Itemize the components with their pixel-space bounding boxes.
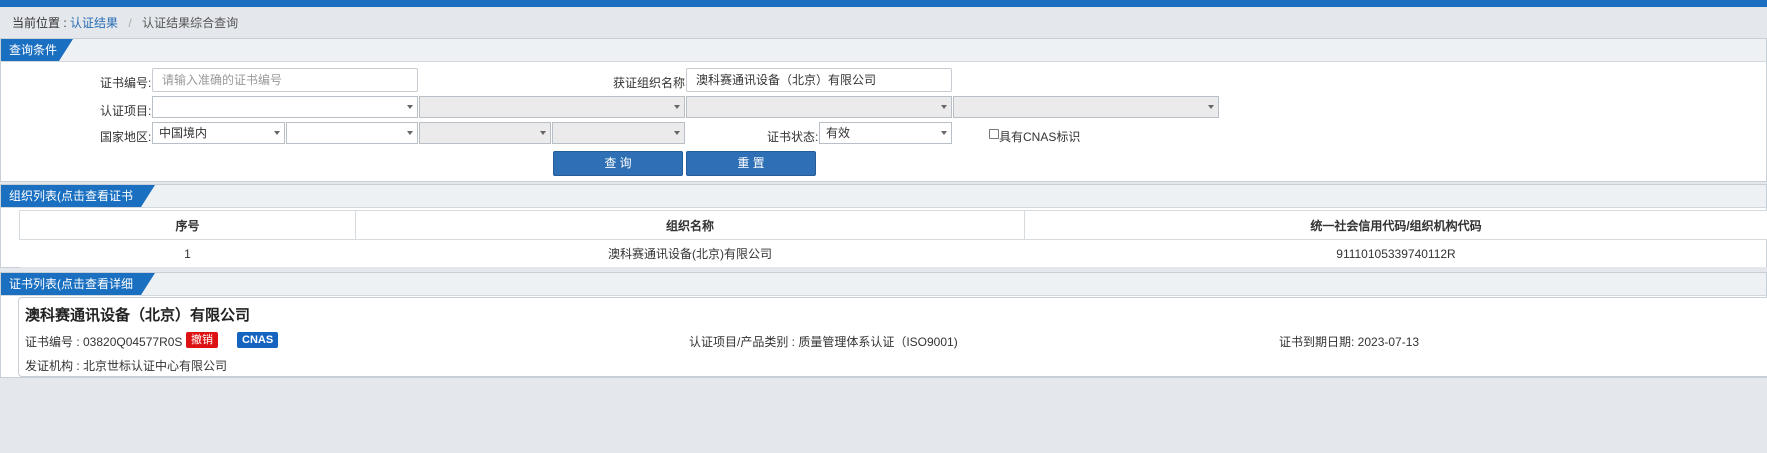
table-row[interactable]: 1 澳科赛通讯设备(北京)有限公司 91110105339740112R — [19, 239, 1767, 268]
cert-issuer: 发证机构 : 北京世标认证中心有限公司 — [25, 359, 228, 373]
district-select[interactable] — [552, 122, 685, 144]
country-select-value: 中国境内 — [159, 126, 208, 140]
project-select-2[interactable] — [419, 96, 685, 118]
query-panel-header: 查询条件 — [1, 39, 1766, 62]
country-label: 国家地区: — [100, 130, 152, 144]
row-code: 91110105339740112R — [1024, 239, 1767, 268]
cert-card[interactable]: 澳科赛通讯设备（北京）有限公司 证书编号 : 03820Q04577R0S 撤销… — [18, 297, 1767, 377]
reset-button[interactable]: 重 置 — [686, 151, 816, 176]
cert-no-input[interactable]: 请输入准确的证书编号 — [152, 68, 418, 92]
chevron-down-icon — [407, 131, 413, 135]
project-select-3[interactable] — [686, 96, 952, 118]
cert-list-panel: 证书列表(点击查看详细信息) 澳科赛通讯设备（北京）有限公司 证书编号 : 03… — [0, 272, 1767, 378]
cert-expiry: 证书到期日期: 2023-07-13 — [1279, 335, 1420, 349]
org-list-header: 组织列表(点击查看证书信息) — [1, 185, 1766, 225]
cert-list-title: 证书列表(点击查看详细信息) — [1, 273, 155, 313]
breadcrumb: 当前位置 : 认证结果 / 认证结果综合查询 — [12, 14, 238, 31]
chevron-down-icon — [674, 131, 680, 135]
cert-no-label: 证书编号: — [100, 76, 152, 90]
project-select-4[interactable] — [953, 96, 1219, 118]
breadcrumb-separator: / — [128, 16, 132, 30]
top-bar — [0, 0, 1767, 7]
cert-number: 证书编号 : 03820Q04577R0S — [25, 335, 183, 349]
org-list-title: 组织列表(点击查看证书信息) — [1, 185, 155, 225]
chevron-down-icon — [941, 105, 947, 109]
cert-project: 认证项目/产品类别 : 质量管理体系认证（ISO9001) — [689, 335, 958, 349]
col-header-name: 组织名称 — [355, 210, 1025, 240]
query-panel-title: 查询条件 — [1, 39, 73, 61]
country-select[interactable]: 中国境内 — [152, 122, 285, 144]
cnas-checkbox-label: 具有CNAS标识 — [999, 130, 1081, 144]
row-org-name[interactable]: 澳科赛通讯设备(北京)有限公司 — [355, 239, 1025, 268]
breadcrumb-link[interactable]: 认证结果 — [70, 16, 118, 30]
chevron-down-icon — [1208, 105, 1214, 109]
search-button[interactable]: 查 询 — [553, 151, 683, 176]
chevron-down-icon — [540, 131, 546, 135]
col-header-no: 序号 — [19, 210, 356, 240]
row-no: 1 — [19, 239, 356, 268]
project-label: 认证项目: — [100, 104, 152, 118]
city-select[interactable] — [419, 122, 551, 144]
query-panel: 查询条件 证书编号: 请输入准确的证书编号 获证组织名称: 澳科赛通讯设备（北京… — [0, 38, 1767, 182]
project-select-1[interactable] — [152, 96, 418, 118]
chevron-down-icon — [274, 131, 280, 135]
chevron-down-icon — [407, 105, 413, 109]
org-list-panel: 组织列表(点击查看证书信息) 序号 组织名称 统一社会信用代码/组织机构代码 1… — [0, 184, 1767, 268]
col-header-code: 统一社会信用代码/组织机构代码 — [1024, 210, 1767, 240]
org-table: 序号 组织名称 统一社会信用代码/组织机构代码 1 澳科赛通讯设备(北京)有限公… — [19, 210, 1767, 268]
org-name-label: 获证组织名称: — [613, 76, 689, 90]
status-badge-revoked: 撤销 — [186, 332, 218, 348]
status-label: 证书状态: — [767, 130, 819, 144]
table-header-row: 序号 组织名称 统一社会信用代码/组织机构代码 — [19, 210, 1767, 240]
org-name-input[interactable]: 澳科赛通讯设备（北京）有限公司 — [686, 68, 952, 92]
breadcrumb-label: 当前位置 : — [12, 16, 67, 30]
chevron-down-icon — [674, 105, 680, 109]
chevron-down-icon — [941, 131, 947, 135]
province-select[interactable] — [286, 122, 418, 144]
cnas-badge: CNAS — [237, 332, 279, 348]
status-select[interactable]: 有效 — [819, 122, 952, 144]
status-select-value: 有效 — [826, 126, 851, 140]
cert-list-header: 证书列表(点击查看详细信息) — [1, 273, 1766, 313]
cert-org-name: 澳科赛通讯设备（北京）有限公司 — [25, 307, 251, 324]
breadcrumb-current: 认证结果综合查询 — [142, 16, 239, 30]
cnas-checkbox[interactable] — [989, 129, 999, 139]
